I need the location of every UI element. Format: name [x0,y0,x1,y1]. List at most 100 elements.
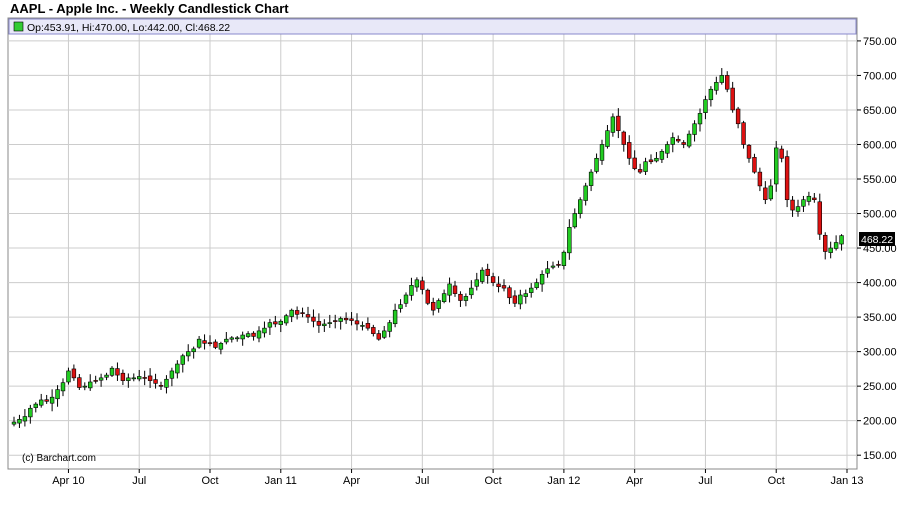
candle-down [44,399,49,402]
candle-up [833,242,839,249]
candle-down [817,201,822,235]
x-tick-label: Apr [343,475,360,487]
candle-up [327,322,332,324]
candle-up [610,116,616,133]
candle-down [763,187,768,201]
chart-canvas: 150.00200.00250.00300.00350.00400.00450.… [7,17,897,487]
ohlc-readout: Op:453.91, Hi:470.00, Lo:442.00, Cl:468.… [27,22,230,34]
candle-up [218,343,224,350]
y-tick-label: 150.00 [863,450,897,462]
candle-up [665,144,670,154]
candle-down [757,171,763,187]
candle-down [115,368,120,376]
candle-up [403,294,409,304]
y-tick-label: 500.00 [863,209,897,221]
candle-up [447,283,452,296]
candle-up [605,130,610,147]
candle-up [245,333,251,337]
candle-down [251,332,256,337]
candle-up [714,82,719,91]
candle-down [316,321,322,326]
candle-up [49,396,55,404]
candle-up [262,327,267,334]
candle-down [725,75,730,90]
candle-up [33,403,38,408]
candle-down [153,379,158,384]
candle-up [588,171,594,186]
candle-down [490,276,496,283]
y-tick-label: 300.00 [863,347,897,359]
candle-down [343,317,349,321]
candle-down [616,115,621,131]
candle-down [637,169,643,173]
candle-up [703,99,708,113]
candle-down [458,293,463,301]
candle-down [621,131,626,145]
candle-up [774,147,779,185]
candle-down [648,159,654,163]
candle-up [561,251,567,266]
candle-down [735,108,741,125]
candle-up [414,279,420,288]
candle-up [578,199,583,214]
candle-down [425,289,430,304]
candle-down [420,280,425,290]
candle-up [567,227,572,254]
candle-up [708,88,714,101]
candle-up [670,137,675,145]
x-tick-label: Jul [132,475,146,487]
candle-down [790,199,795,211]
y-tick-label: 550.00 [863,174,897,186]
candle-down [730,87,735,111]
candle-up [338,318,343,322]
x-tick-label: Oct [485,475,502,487]
x-tick-label: Apr 10 [52,475,84,487]
candle-up [697,113,703,125]
candle-down [294,310,300,315]
candle-up [191,348,196,353]
candle-up [186,351,191,357]
candle-up [474,279,479,287]
candle-up [550,265,556,268]
y-tick-label: 650.00 [863,105,897,117]
last-value-marker: 468.22 [859,232,895,246]
candle-down [311,316,316,322]
candle-up [55,389,60,400]
candle-up [583,185,588,201]
candle-down [93,380,98,382]
candle-up [175,363,180,374]
candle-down [681,142,686,145]
y-tick-label: 400.00 [863,278,897,290]
candle-up [795,206,801,212]
candle-up [382,330,387,338]
candle-up [11,421,17,425]
candle-down [371,327,376,334]
candle-down [676,138,681,142]
plot-frame [7,17,858,470]
candle-down [512,295,518,304]
candle-up [196,338,202,348]
candle-up [768,185,773,200]
candle-up [529,287,534,293]
candle-up [289,309,294,317]
candle-down [120,372,126,381]
candle-up [806,195,812,202]
candle-down [556,264,561,266]
candle-up [594,157,599,172]
candle-up [17,418,22,424]
candle-down [752,157,757,173]
candle-down [496,283,501,288]
candle-down [741,122,746,145]
candle-up [22,416,28,422]
candle-down [354,320,360,325]
candle-up [643,161,648,172]
y-axis: 150.00200.00250.00300.00350.00400.00450.… [857,36,897,462]
candle-up [654,157,659,162]
candle-down [627,142,632,159]
candle-up [387,322,392,332]
y-tick-label: 200.00 [863,416,897,428]
candle-down [632,157,637,169]
candle-up [98,377,104,381]
y-tick-label: 750.00 [863,36,897,48]
candle-down [784,156,790,201]
